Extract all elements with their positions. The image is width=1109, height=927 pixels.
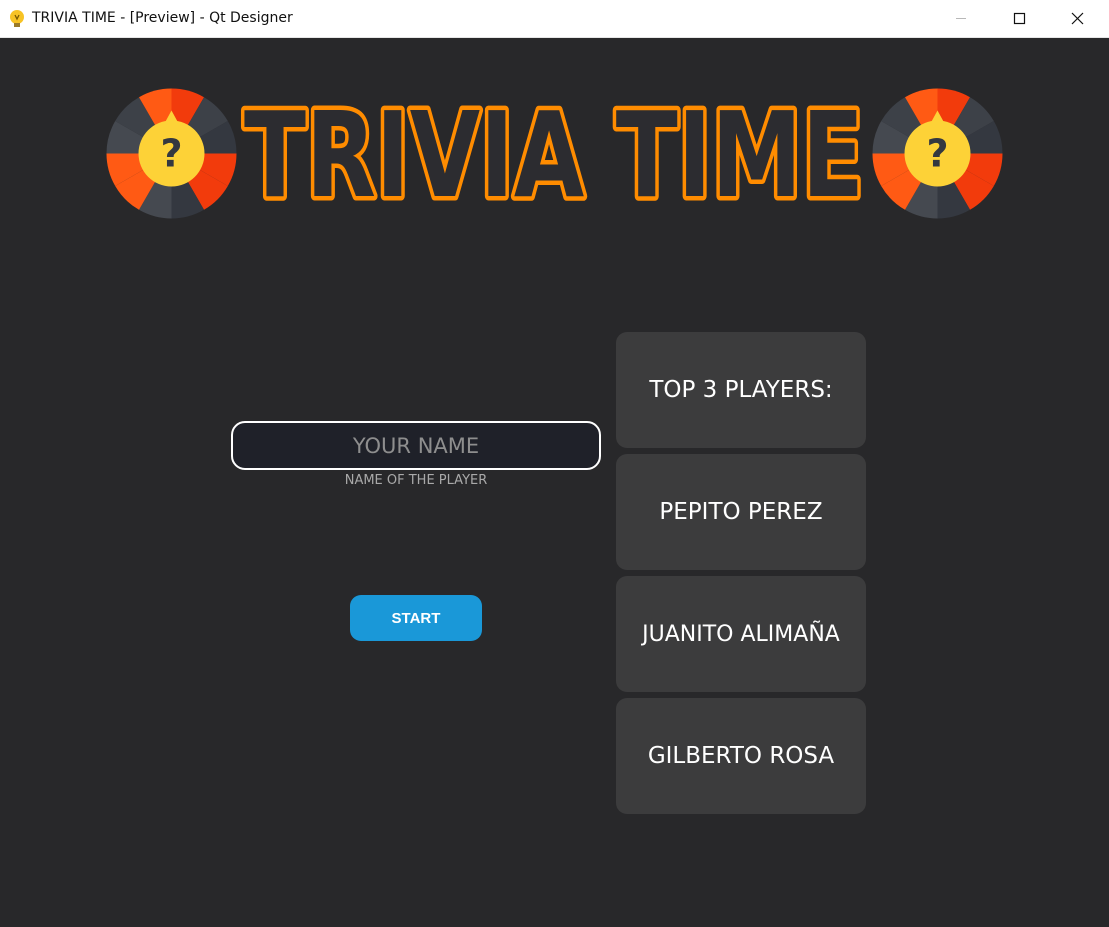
trivia-logo: ? TRIVIA TIME ? — [104, 86, 1004, 221]
leaderboard-player-2: JUANITO ALIMAÑA — [616, 576, 866, 692]
start-button[interactable]: START — [350, 595, 482, 641]
minimize-icon — [956, 18, 966, 19]
close-icon — [1071, 12, 1084, 25]
question-wheel-icon: ? — [872, 88, 1003, 219]
leaderboard-player-1: PEPITO PEREZ — [616, 454, 866, 570]
svg-text:TRIVIA TIME: TRIVIA TIME — [244, 88, 864, 216]
logo-title: TRIVIA TIME — [240, 88, 868, 216]
main-window: ? TRIVIA TIME ? YOUR NAME NAME OF THE PL… — [0, 38, 1109, 927]
leaderboard-player-3: GILBERTO ROSA — [616, 698, 866, 814]
maximize-icon — [1013, 12, 1026, 25]
minimize-button[interactable] — [938, 0, 984, 38]
window-title: TRIVIA TIME - [Preview] - Qt Designer — [32, 10, 293, 26]
player-name-caption: NAME OF THE PLAYER — [344, 473, 488, 488]
question-wheel-icon: ? — [106, 88, 237, 219]
maximize-button[interactable] — [997, 0, 1043, 38]
title-bar: TRIVIA TIME - [Preview] - Qt Designer — [0, 0, 1109, 38]
lightbulb-icon — [10, 10, 24, 27]
svg-text:?: ? — [160, 132, 182, 176]
svg-text:?: ? — [926, 132, 948, 176]
leaderboard-title: TOP 3 PLAYERS: — [616, 332, 866, 448]
close-button[interactable] — [1055, 0, 1101, 38]
player-name-input[interactable] — [231, 421, 601, 470]
